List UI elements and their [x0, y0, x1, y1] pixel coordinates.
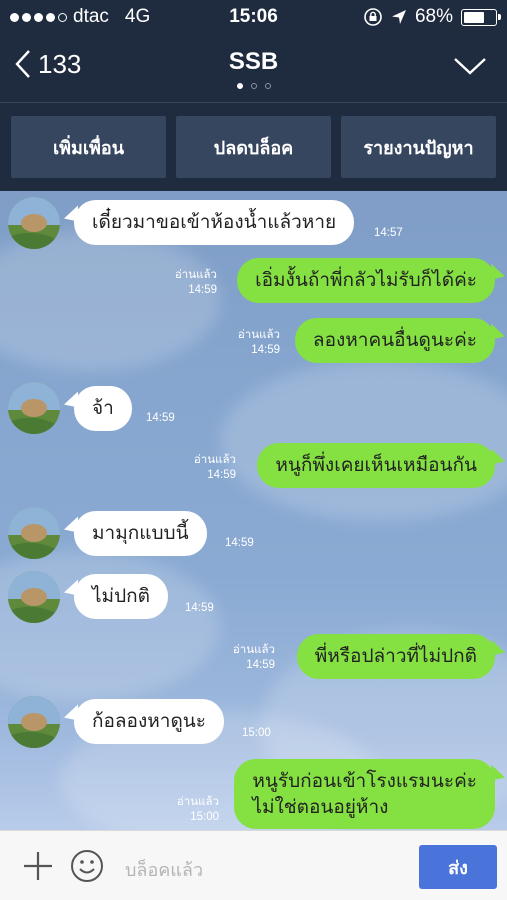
message-bubble-outgoing[interactable]: หนูก็พึ่งเคยเห็นเหมือนกัน — [257, 443, 495, 488]
add-friend-button[interactable]: เพิ่มเพื่อน — [11, 116, 166, 178]
read-receipt: อ่านแล้ว 14:59 — [232, 644, 275, 671]
read-receipt: อ่านแล้ว 15:00 — [176, 796, 219, 823]
page-indicator — [0, 83, 507, 89]
message-time: 14:59 — [225, 537, 254, 549]
message-time: 15:00 — [242, 727, 271, 739]
page-dot — [250, 83, 257, 89]
page-dot — [236, 83, 243, 89]
chat-area[interactable]: เดี๋ยวมาขอเข้าห้องน้ำแล้วหาย 14:57 อ่านแ… — [0, 191, 507, 830]
message-input[interactable]: บล็อคแล้ว — [125, 855, 203, 884]
message-time: 14:57 — [374, 227, 403, 239]
page-dot — [264, 83, 271, 89]
avatar[interactable] — [8, 507, 60, 559]
avatar[interactable] — [8, 197, 60, 249]
plus-icon[interactable] — [22, 850, 54, 882]
chat-title: SSB — [228, 48, 279, 75]
message-bubble-outgoing[interactable]: เอิ่มงั้นถ้าพี่กลัวไม่รับก็ได้ค่ะ — [237, 258, 495, 303]
message-time: 14:59 — [185, 602, 214, 614]
report-button[interactable]: รายงานปัญหา — [341, 116, 496, 178]
read-receipt: อ่านแล้ว 14:59 — [174, 269, 217, 296]
avatar[interactable] — [8, 571, 60, 623]
message-time: 14:59 — [146, 412, 175, 424]
read-receipt: อ่านแล้ว 14:59 — [193, 454, 236, 481]
chevron-down-icon[interactable] — [453, 56, 487, 76]
location-icon — [391, 10, 406, 24]
unblock-button[interactable]: ปลดบล็อค — [176, 116, 331, 178]
message-bubble-incoming[interactable]: ไม่ปกติ — [74, 574, 168, 619]
action-bar: เพิ่มเพื่อน ปลดบล็อค รายงานปัญหา — [0, 103, 507, 191]
emoji-icon[interactable] — [70, 849, 104, 883]
message-bubble-incoming[interactable]: จ้า — [74, 386, 132, 431]
battery-icon — [461, 8, 501, 26]
chat-header: 133 SSB — [0, 36, 507, 102]
battery-percent: 68% — [414, 6, 453, 27]
lock-rotation-icon — [364, 8, 382, 26]
read-receipt: อ่านแล้ว 14:59 — [237, 329, 280, 356]
avatar[interactable] — [8, 382, 60, 434]
message-bubble-incoming[interactable]: เดี๋ยวมาขอเข้าห้องน้ำแล้วหาย — [74, 200, 355, 245]
message-bubble-incoming[interactable]: ก้อลองหาดูนะ — [74, 699, 224, 744]
send-button[interactable]: ส่ง — [419, 845, 497, 889]
avatar[interactable] — [8, 696, 60, 748]
message-bubble-incoming[interactable]: มามุกแบบนี้ — [74, 511, 207, 556]
message-bubble-outgoing[interactable]: หนูรับก่อนเข้าโรงแรมนะค่ะ ไม่ใช่ตอนอยู่ห… — [234, 759, 495, 829]
input-bar: บล็อคแล้ว ส่ง — [0, 830, 507, 900]
status-bar: dtac 4G 15:06 68% — [0, 0, 507, 36]
message-bubble-outgoing[interactable]: ลองหาคนอื่นดูนะค่ะ — [294, 318, 495, 363]
status-right: 68% — [363, 6, 501, 28]
message-bubble-outgoing[interactable]: พี่หรือปล่าวที่ไม่ปกติ — [296, 634, 495, 679]
